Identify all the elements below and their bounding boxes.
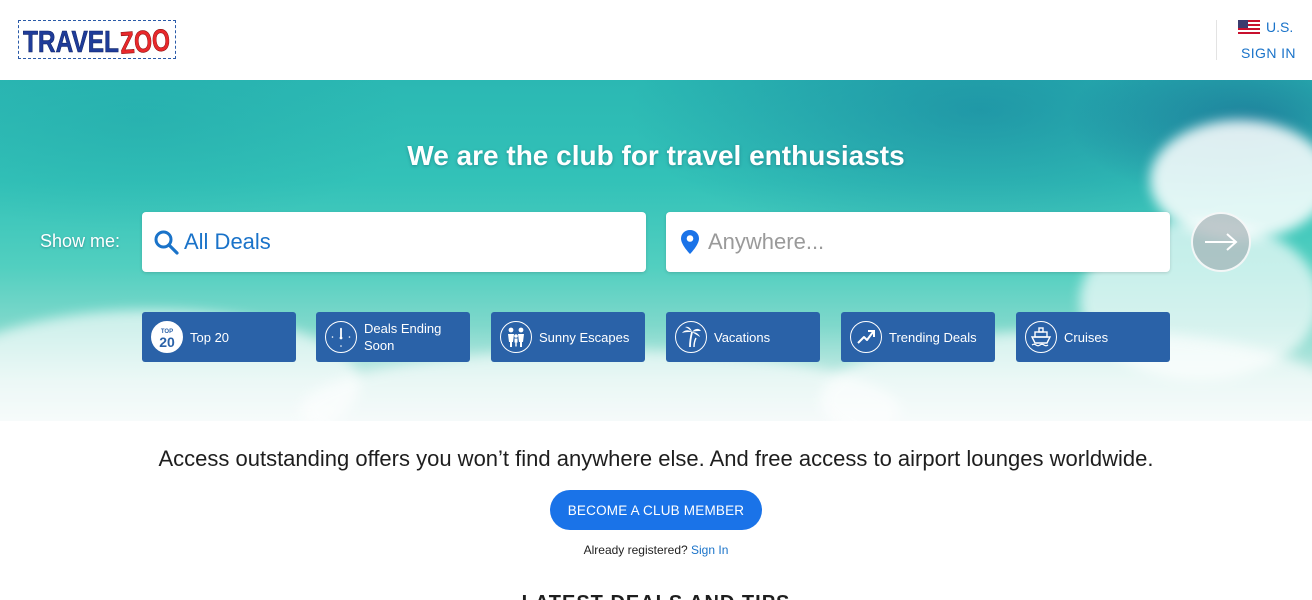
trending-icon xyxy=(850,321,882,353)
already-registered-text: Already registered? xyxy=(583,543,688,557)
location-search[interactable] xyxy=(666,212,1170,272)
category-label: Trending Deals xyxy=(889,329,977,345)
search-submit-button[interactable] xyxy=(1191,212,1251,272)
family-icon xyxy=(500,321,532,353)
locale-selector[interactable]: U.S. xyxy=(1238,19,1293,35)
category-sunny-escapes[interactable]: Sunny Escapes xyxy=(491,312,645,362)
us-flag-icon xyxy=(1238,20,1260,34)
locale-label: U.S. xyxy=(1266,19,1294,35)
deal-type-input[interactable] xyxy=(184,229,624,255)
arrow-right-icon xyxy=(1205,233,1238,251)
category-label: Top 20 xyxy=(190,329,230,345)
location-pin-icon xyxy=(676,228,704,256)
section-heading: LATEST DEALS AND TIPS xyxy=(0,592,1312,600)
category-trending-deals[interactable]: Trending Deals xyxy=(841,312,995,362)
sign-in-link[interactable]: Sign In xyxy=(691,543,728,557)
top-20-icon: TOP 20 xyxy=(151,321,183,353)
ship-icon xyxy=(1025,321,1057,353)
search-icon xyxy=(152,228,180,256)
membership-tagline: Access outstanding offers you won’t find… xyxy=(158,446,1154,471)
already-registered: Already registered? Sign In xyxy=(0,543,1312,557)
svg-text:TRAVEL: TRAVEL xyxy=(23,24,119,57)
site-header: TRAVEL ZOO U.S. SIGN IN xyxy=(0,0,1312,80)
category-vacations[interactable]: Vacations xyxy=(666,312,820,362)
hero-banner: We are the club for travel enthusiasts S… xyxy=(0,80,1312,421)
category-label: Vacations xyxy=(714,329,771,345)
svg-text:20: 20 xyxy=(159,334,175,350)
logo-wordmark: TRAVEL ZOO xyxy=(23,23,172,57)
travelzoo-logo[interactable]: TRAVEL ZOO xyxy=(18,20,176,59)
hero-title: We are the club for travel enthusiasts xyxy=(407,140,905,171)
category-label: Sunny Escapes xyxy=(539,329,630,345)
category-label: Cruises xyxy=(1064,329,1109,345)
category-cruises[interactable]: Cruises xyxy=(1016,312,1170,362)
category-label: Deals Ending Soon xyxy=(364,321,442,353)
palm-tree-icon xyxy=(675,321,707,353)
svg-text:ZOO: ZOO xyxy=(119,23,171,57)
become-member-button[interactable]: BECOME A CLUB MEMBER xyxy=(550,490,762,530)
location-input[interactable] xyxy=(708,229,1148,255)
clock-icon xyxy=(325,321,357,353)
category-top-20[interactable]: TOP 20 Top 20 xyxy=(142,312,296,362)
deal-type-search[interactable] xyxy=(142,212,646,272)
header-divider xyxy=(1216,20,1217,60)
category-deals-ending-soon[interactable]: Deals Ending Soon xyxy=(316,312,470,362)
show-me-label: Show me: xyxy=(40,231,121,251)
header-sign-in-link[interactable]: SIGN IN xyxy=(1241,45,1296,61)
